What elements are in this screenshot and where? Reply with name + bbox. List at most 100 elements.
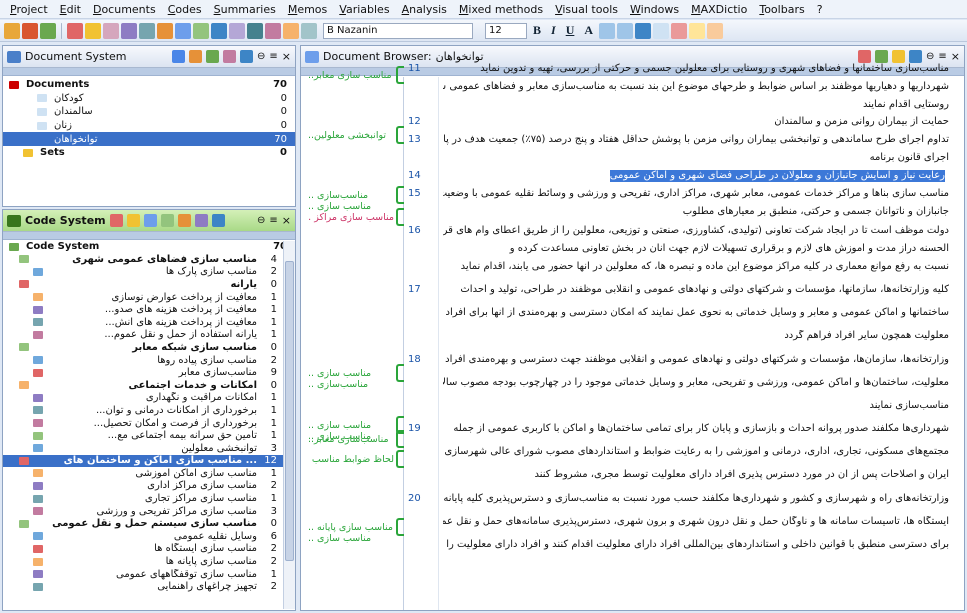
document-group-item[interactable]: زنان 0 [3,119,295,133]
font-color-button[interactable]: A [580,23,597,38]
paragraph-line[interactable]: دولت موظف است تا در ایجاد شرکت تعاونی (ت… [443,225,949,237]
overview-icon[interactable] [157,22,173,39]
menu-summaries[interactable]: Summaries [208,3,282,16]
underline-button[interactable]: U [562,23,579,38]
code-item[interactable]: برخورداری از امکانات درمانی و توان... 1 [3,404,295,417]
paragraph-line[interactable]: تداوم اجرای طرح ساماندهی و توانبخشی بیما… [443,134,949,146]
code-item[interactable]: وسایل نقلیه عمومی 6 [3,530,295,543]
paragraph-line[interactable]: ساختمانها و اماکن عمومی و معابر و وسایل … [443,307,949,319]
menu-icon[interactable]: ≡ [269,51,277,62]
menu-variables[interactable]: Variables [333,3,395,16]
align-center-icon[interactable] [617,22,634,39]
menu-documents[interactable]: Documents [87,3,162,16]
paragraph-line[interactable]: مجتمع‌های مسکونی، تجاری، اداری، درمانی و… [443,446,949,458]
code-item[interactable]: تأمین حق سرانه بیمه اجتماعی مع... 1 [3,429,295,442]
coding-stripe[interactable] [396,208,404,226]
font-size-select[interactable]: 12 [485,22,527,39]
menu-memos[interactable]: Memos [282,3,333,16]
paragraph-line[interactable]: روستایی اقدام نمایند [443,99,949,111]
coding-stripe[interactable] [396,186,404,204]
coding-stripe[interactable] [396,430,404,448]
code-scrollbar[interactable] [283,241,295,609]
code-item[interactable]: معافیت از پرداخت هزینه های انش... 1 [3,316,295,329]
menu-project[interactable]: Project [4,3,54,16]
menu-windows[interactable]: Windows [624,3,685,16]
close-icon[interactable]: × [282,50,291,63]
paragraph-line[interactable]: جانبازان و ناتوانان جسمی و حرکتی، منطبق … [443,206,949,218]
menu-mixed-methods[interactable]: Mixed methods [453,3,549,16]
pin-icon[interactable]: ⊖ [926,51,934,62]
cut-icon[interactable] [671,22,688,39]
coding-stripe-label[interactable]: لحاظ ضوابط مناسب .. [308,454,394,465]
code-category-item[interactable]: ... مناسب سازی اماکن و ساختمان های 12 [3,454,295,468]
code-category-item[interactable]: مناسب سازی شبکه معابر 0 [3,341,295,354]
code-item[interactable]: مناسب‌سازی معابر 9 [3,366,295,379]
code-tool-2-icon[interactable] [126,214,140,227]
code-category-item[interactable]: امکانات و خدمات اجتماعی 0 [3,379,295,392]
code-item[interactable]: برخورداری از فرصت و امکان تحصیل... 1 [3,417,295,430]
code-item[interactable]: امکانات مراقبت و نگهداری 1 [3,392,295,405]
documents-root[interactable]: Documents 70 [3,78,295,92]
doc-tool-3-icon[interactable] [206,50,219,63]
browser-tool-2-icon[interactable] [875,50,888,63]
code-item[interactable]: مناسب سازی مراکز تفریحی و ورزشی 3 [3,505,295,518]
paragraph-line[interactable]: مناسب سازی بناها و مراکز خدمات عمومی، مع… [443,188,949,200]
coding-stripe-label[interactable]: توانبخشی معلولین.. [308,130,394,141]
code-category-item[interactable]: مناسب سازی سیستم حمل و نقل عمومی 0 [3,517,295,530]
paragraph-line[interactable]: مناسب‌سازی ساختمانها و فضاهای شهری و روس… [443,63,949,75]
menu-maxdictio[interactable]: MAXDictio [685,3,753,16]
menu-edit[interactable]: Edit [54,3,87,16]
italic-button[interactable]: I [547,23,560,38]
code-item[interactable]: تجهیز چراغهای راهنمایی 2 [3,580,295,593]
menu-icon[interactable]: ≡ [269,215,277,226]
code-item[interactable]: مناسب سازی اماکن آموزشی 1 [3,467,295,480]
bold-button[interactable]: B [529,23,545,38]
coding-stripe-label[interactable]: مناسب سازی .. [308,420,394,431]
code-item[interactable]: معافیت از پرداخت عوارض نوسازی 1 [3,291,295,304]
doc-tool-2-icon[interactable] [189,50,202,63]
scroll-thumb[interactable] [285,261,294,561]
code-item[interactable]: مناسب سازی مراکز تجاری 1 [3,492,295,505]
document-group-item[interactable]: کودکان 0 [3,92,295,106]
code-tools-icon[interactable] [67,22,83,39]
coding-stripe-label[interactable]: مناسب سازی پایانه .. [308,522,394,533]
paragraph-line[interactable]: ایران و اصلاحات پس از آن در مورد دسترس پ… [443,469,950,481]
matrix-icon[interactable] [211,22,227,39]
code-item[interactable]: مناسب سازی مراکز اداری 2 [3,480,295,493]
code-item[interactable]: مناسب سازی پارک ها 2 [3,266,295,279]
browser-tool-1-icon[interactable] [858,50,871,63]
browser-tool-3-icon[interactable] [892,50,905,63]
activate-icon[interactable] [139,22,155,39]
doc-search-icon[interactable] [240,50,253,63]
code-system-root[interactable]: Code System 70 [3,240,295,253]
menu-?[interactable]: ? [811,3,829,16]
coding-stripe-label[interactable]: مناسب سازی .. [308,533,394,544]
document-group-item[interactable]: سالمندان 0 [3,105,295,119]
paragraph-line[interactable]: حمایت از بیماران روانی مزمن و سالمندان [443,116,949,128]
code-tool-3-icon[interactable] [143,214,157,227]
code-search-icon[interactable] [211,214,225,227]
code-item[interactable]: یارانه استفاده از حمل و نقل عموم... 1 [3,329,295,342]
coding-stripe[interactable] [396,518,404,536]
paragraph-line[interactable]: معلولیت همچون سایر افراد فراهم گردد [443,330,949,342]
relations-icon[interactable] [229,22,245,39]
coding-stripe[interactable] [396,66,404,84]
coding-stripe-label[interactable]: مناسب‌سازی معابر.. [308,434,394,445]
sets-node[interactable]: Sets 0 [3,146,295,160]
code-item[interactable]: مناسب سازی ایستگاه ها 2 [3,543,295,556]
align-left-icon[interactable] [599,22,616,39]
pin-icon[interactable]: ⊖ [257,215,265,226]
coding-stripe[interactable] [396,126,404,144]
stats-icon[interactable] [283,22,299,39]
paragraph-line[interactable]: اجرای قانون برنامه [443,152,949,164]
map-icon[interactable] [247,22,263,39]
coding-stripe-label[interactable]: مناسب‌سازی .. [308,190,394,201]
memo-icon[interactable] [85,22,101,39]
paragraph-line[interactable]: وزارتخانه‌ها، سازمان‌ها، مؤسسات و شرکتها… [443,354,949,366]
menu-analysis[interactable]: Analysis [396,3,453,16]
code-category-item[interactable]: مناسب سازی فضاهای عمومی شهری 4 [3,253,295,266]
menu-visual-tools[interactable]: Visual tools [549,3,624,16]
menu-toolbars[interactable]: Toolbars [753,3,810,16]
highlighted-paragraph-line[interactable]: رعایت نیاز و آسایش جانبازان و معلولان در… [609,170,945,182]
copy-icon[interactable] [689,22,706,39]
